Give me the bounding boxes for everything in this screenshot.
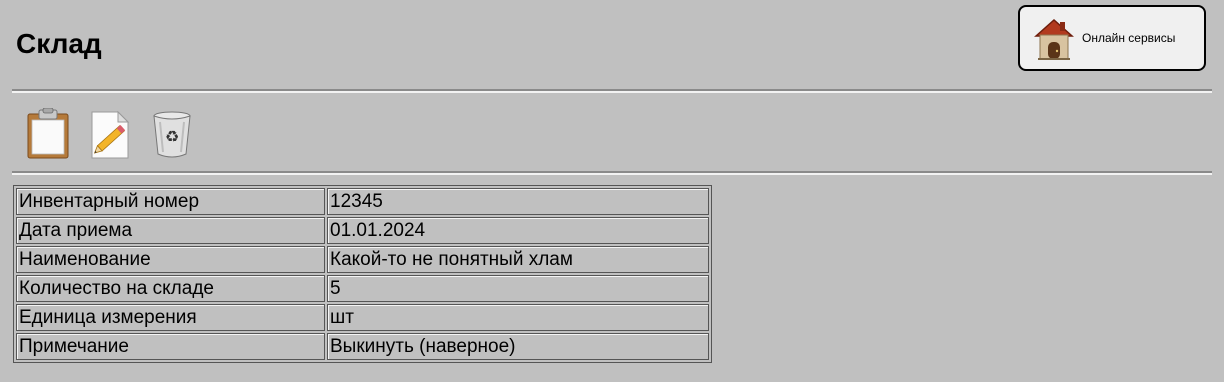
table-row: Количество на складе 5	[16, 275, 709, 302]
clipboard-icon[interactable]	[24, 108, 72, 160]
table-row: Наименование Какой-то не понятный хлам	[16, 246, 709, 273]
divider-top	[12, 89, 1212, 93]
online-services-label: Онлайн сервисы	[1082, 31, 1176, 45]
details-table: Инвентарный номер 12345 Дата приема 01.01.2…	[13, 185, 712, 363]
toolbar: ♻	[24, 108, 210, 162]
table-row: Инвентарный номер 12345	[16, 188, 709, 215]
row-label: Дата приема	[16, 217, 325, 244]
online-services-button[interactable]: Онлайн сервисы	[1018, 5, 1206, 71]
table-row: Дата приема 01.01.2024	[16, 217, 709, 244]
row-label: Количество на складе	[16, 275, 325, 302]
house-icon	[1032, 14, 1076, 62]
row-value: 5	[327, 275, 709, 302]
row-value: Выкинуть (наверное)	[327, 333, 709, 360]
row-label: Наименование	[16, 246, 325, 273]
svg-text:♻: ♻	[165, 127, 179, 146]
edit-document-icon[interactable]	[86, 108, 134, 160]
page-title: Склад	[16, 28, 102, 59]
recycle-bin-icon[interactable]: ♻	[148, 108, 196, 160]
row-label: Единица измерения	[16, 304, 325, 331]
row-value: 12345	[327, 188, 709, 215]
row-label: Примечание	[16, 333, 325, 360]
divider-middle	[12, 171, 1212, 175]
row-value: 01.01.2024	[327, 217, 709, 244]
page: Склад Онлайн сервисы ♻ Инвентарный номер…	[0, 0, 1224, 382]
row-value: шт	[327, 304, 709, 331]
row-value: Какой-то не понятный хлам	[327, 246, 709, 273]
table-row: Единица измерения шт	[16, 304, 709, 331]
table-row: Примечание Выкинуть (наверное)	[16, 333, 709, 360]
row-label: Инвентарный номер	[16, 188, 325, 215]
